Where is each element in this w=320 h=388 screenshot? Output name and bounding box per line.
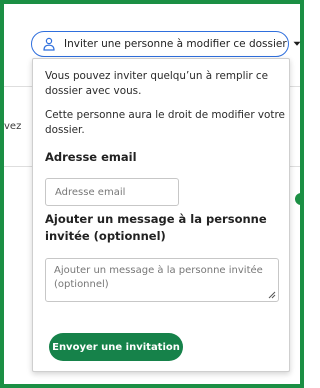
caret-down-icon	[293, 41, 301, 46]
message-textarea[interactable]: Ajouter un message à la personne invitée…	[45, 258, 279, 302]
intro-text: Vous pouvez inviter quelqu’un à remplir …	[45, 70, 269, 97]
message-label: Ajouter un message à la personne invitée…	[45, 212, 267, 243]
invite-popover: Vous pouvez inviter quelqu’un à remplir …	[32, 58, 290, 372]
email-field[interactable]: Adresse email	[45, 178, 179, 206]
resize-grip-icon[interactable]	[268, 291, 276, 299]
invite-toggle-button[interactable]: Inviter une personne à modifier ce dossi…	[31, 31, 301, 57]
rights-text: Cette personne aura le droit de modifier…	[45, 109, 285, 136]
invite-toggle-label: Inviter une personne à modifier ce dossi…	[64, 38, 287, 50]
send-invitation-button[interactable]: Envoyer une invitation	[49, 333, 183, 361]
user-icon	[43, 37, 55, 51]
background-clipped-text: vez	[4, 121, 22, 132]
email-placeholder: Adresse email	[55, 186, 126, 198]
side-indicator	[295, 193, 304, 205]
email-label: Adresse email	[45, 150, 137, 164]
message-placeholder: Ajouter un message à la personne invitée…	[54, 265, 263, 290]
